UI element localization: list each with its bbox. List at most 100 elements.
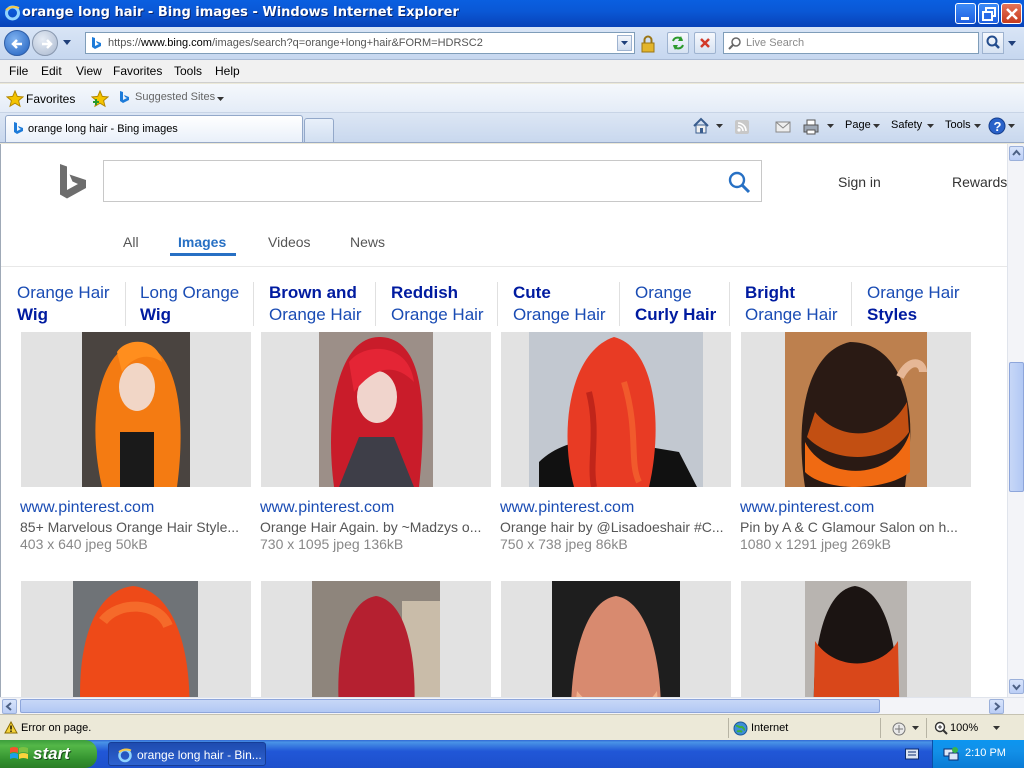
keyboard-icon[interactable] [905, 748, 919, 760]
vertical-scrollbar[interactable] [1007, 144, 1024, 697]
related-line2: Orange Hair [269, 305, 362, 324]
warning-icon[interactable] [4, 721, 18, 734]
bing-logo-icon[interactable] [59, 164, 87, 200]
tools-menu[interactable]: Tools [945, 119, 971, 131]
page-menu[interactable]: Page [845, 119, 871, 131]
tab-news[interactable]: News [350, 234, 385, 250]
forward-button[interactable] [32, 30, 58, 56]
result-description[interactable]: Pin by A & C Glamour Salon on h... [740, 519, 972, 535]
related-search-reddish-orange-hair[interactable]: Reddish Orange Hair [375, 282, 495, 326]
close-button[interactable] [1001, 3, 1022, 24]
result-description[interactable]: Orange hair by @Lisadoeshair #C... [500, 519, 732, 535]
search-icon [728, 37, 741, 50]
menu-file[interactable]: File [9, 64, 28, 78]
image-result-thumbnail[interactable] [501, 581, 731, 697]
refresh-button[interactable] [667, 32, 689, 54]
chevron-down-icon[interactable] [912, 726, 919, 731]
restore-button[interactable] [978, 3, 999, 24]
search-icon [986, 35, 1000, 49]
feeds-icon[interactable] [734, 119, 750, 135]
tab-bing-images[interactable]: orange long hair - Bing images [5, 115, 303, 142]
chevron-down-icon[interactable] [993, 726, 1000, 731]
result-source-link[interactable]: www.pinterest.com [740, 499, 874, 517]
result-source-link[interactable]: www.pinterest.com [20, 499, 154, 517]
horizontal-scrollbar[interactable] [0, 697, 1024, 714]
start-button[interactable]: start [0, 740, 97, 768]
menu-bar: File Edit View Favorites Tools Help [0, 60, 1024, 83]
image-result-thumbnail[interactable] [741, 581, 971, 697]
vertical-scroll-thumb[interactable] [1009, 362, 1024, 492]
address-dropdown-button[interactable] [617, 35, 632, 51]
chevron-down-icon[interactable] [217, 97, 224, 102]
image-result-thumbnail[interactable] [261, 332, 491, 487]
favorites-button[interactable]: Favorites [4, 89, 78, 109]
sign-in-link[interactable]: Sign in [838, 174, 881, 190]
scroll-left-button[interactable] [2, 699, 17, 714]
related-line2: Orange Hair [745, 305, 838, 324]
image-result-thumbnail[interactable] [21, 581, 251, 697]
add-to-favorites-icon[interactable] [91, 90, 109, 108]
image-result-thumbnail[interactable] [261, 581, 491, 697]
tab-images[interactable]: Images [178, 234, 226, 250]
image-result-thumbnail[interactable] [501, 332, 731, 487]
help-icon[interactable]: ? [988, 117, 1006, 135]
scroll-up-button[interactable] [1009, 146, 1024, 161]
zoom-icon[interactable] [934, 721, 948, 735]
tab-all[interactable]: All [123, 234, 139, 250]
title-bar[interactable]: orange long hair - Bing images - Windows… [0, 0, 1024, 27]
suggested-sites-link[interactable]: Suggested Sites [135, 91, 215, 103]
taskbar-item-ie[interactable]: orange long hair - Bin... [108, 742, 266, 766]
image-result-thumbnail[interactable] [21, 332, 251, 487]
menu-favorites[interactable]: Favorites [113, 64, 162, 78]
scroll-right-button[interactable] [989, 699, 1004, 714]
result-description[interactable]: Orange Hair Again. by ~Madzys o... [260, 519, 492, 535]
menu-help[interactable]: Help [215, 64, 240, 78]
windows-logo-icon [10, 747, 28, 759]
menu-view[interactable]: View [76, 64, 102, 78]
new-tab-button[interactable] [304, 118, 334, 142]
related-search-bright-orange-hair[interactable]: Bright Orange Hair [729, 282, 849, 326]
related-search-long-orange-wig[interactable]: Long Orange Wig [125, 282, 245, 326]
menu-edit[interactable]: Edit [41, 64, 62, 78]
stop-button[interactable] [694, 32, 716, 54]
lock-icon[interactable] [640, 35, 656, 53]
live-search-box[interactable]: Live Search [723, 32, 979, 54]
related-search-orange-hair-wig[interactable]: Orange Hair Wig [17, 282, 137, 326]
safety-menu[interactable]: Safety [891, 119, 922, 131]
status-message[interactable]: Error on page. [21, 722, 91, 734]
protected-mode-icon[interactable] [891, 721, 907, 736]
scroll-down-button[interactable] [1009, 679, 1024, 694]
network-icon[interactable] [943, 746, 959, 762]
image-result-thumbnail[interactable] [741, 332, 971, 487]
result-source-link[interactable]: www.pinterest.com [260, 499, 394, 517]
chevron-down-icon[interactable] [1008, 124, 1015, 129]
back-button[interactable] [4, 30, 30, 56]
result-source-link[interactable]: www.pinterest.com [500, 499, 634, 517]
result-description[interactable]: 85+ Marvelous Orange Hair Style... [20, 519, 252, 535]
chevron-down-icon[interactable] [716, 124, 723, 129]
related-search-orange-hair-styles[interactable]: Orange Hair Styles [851, 282, 971, 326]
globe-icon [733, 721, 748, 736]
chevron-down-icon[interactable] [827, 124, 834, 129]
related-line2: Orange Hair [513, 305, 606, 324]
bing-search-box[interactable] [103, 160, 762, 202]
related-search-cute-orange-hair[interactable]: Cute Orange Hair [497, 282, 617, 326]
address-url[interactable]: https://www.bing.com/images/search?q=ora… [108, 37, 483, 49]
recent-pages-dropdown-icon[interactable] [62, 39, 72, 47]
read-mail-icon[interactable] [775, 120, 791, 134]
search-options-dropdown-icon[interactable] [1005, 32, 1019, 54]
print-icon[interactable] [802, 118, 820, 136]
horizontal-scroll-thumb[interactable] [20, 699, 880, 713]
home-icon[interactable] [692, 117, 710, 135]
menu-tools[interactable]: Tools [174, 64, 202, 78]
minimize-button[interactable] [955, 3, 976, 24]
search-go-button[interactable] [982, 32, 1004, 54]
chevron-down-icon [621, 41, 628, 45]
search-icon[interactable] [727, 170, 751, 194]
zoom-level[interactable]: 100% [950, 722, 978, 734]
address-bar[interactable]: https://www.bing.com/images/search?q=ora… [85, 32, 635, 54]
related-search-orange-curly-hair[interactable]: Orange Curly Hair [619, 282, 739, 326]
related-search-brown-and-orange-hair[interactable]: Brown and Orange Hair [253, 282, 373, 326]
tab-videos[interactable]: Videos [268, 234, 311, 250]
rewards-link[interactable]: Rewards [952, 174, 1007, 190]
